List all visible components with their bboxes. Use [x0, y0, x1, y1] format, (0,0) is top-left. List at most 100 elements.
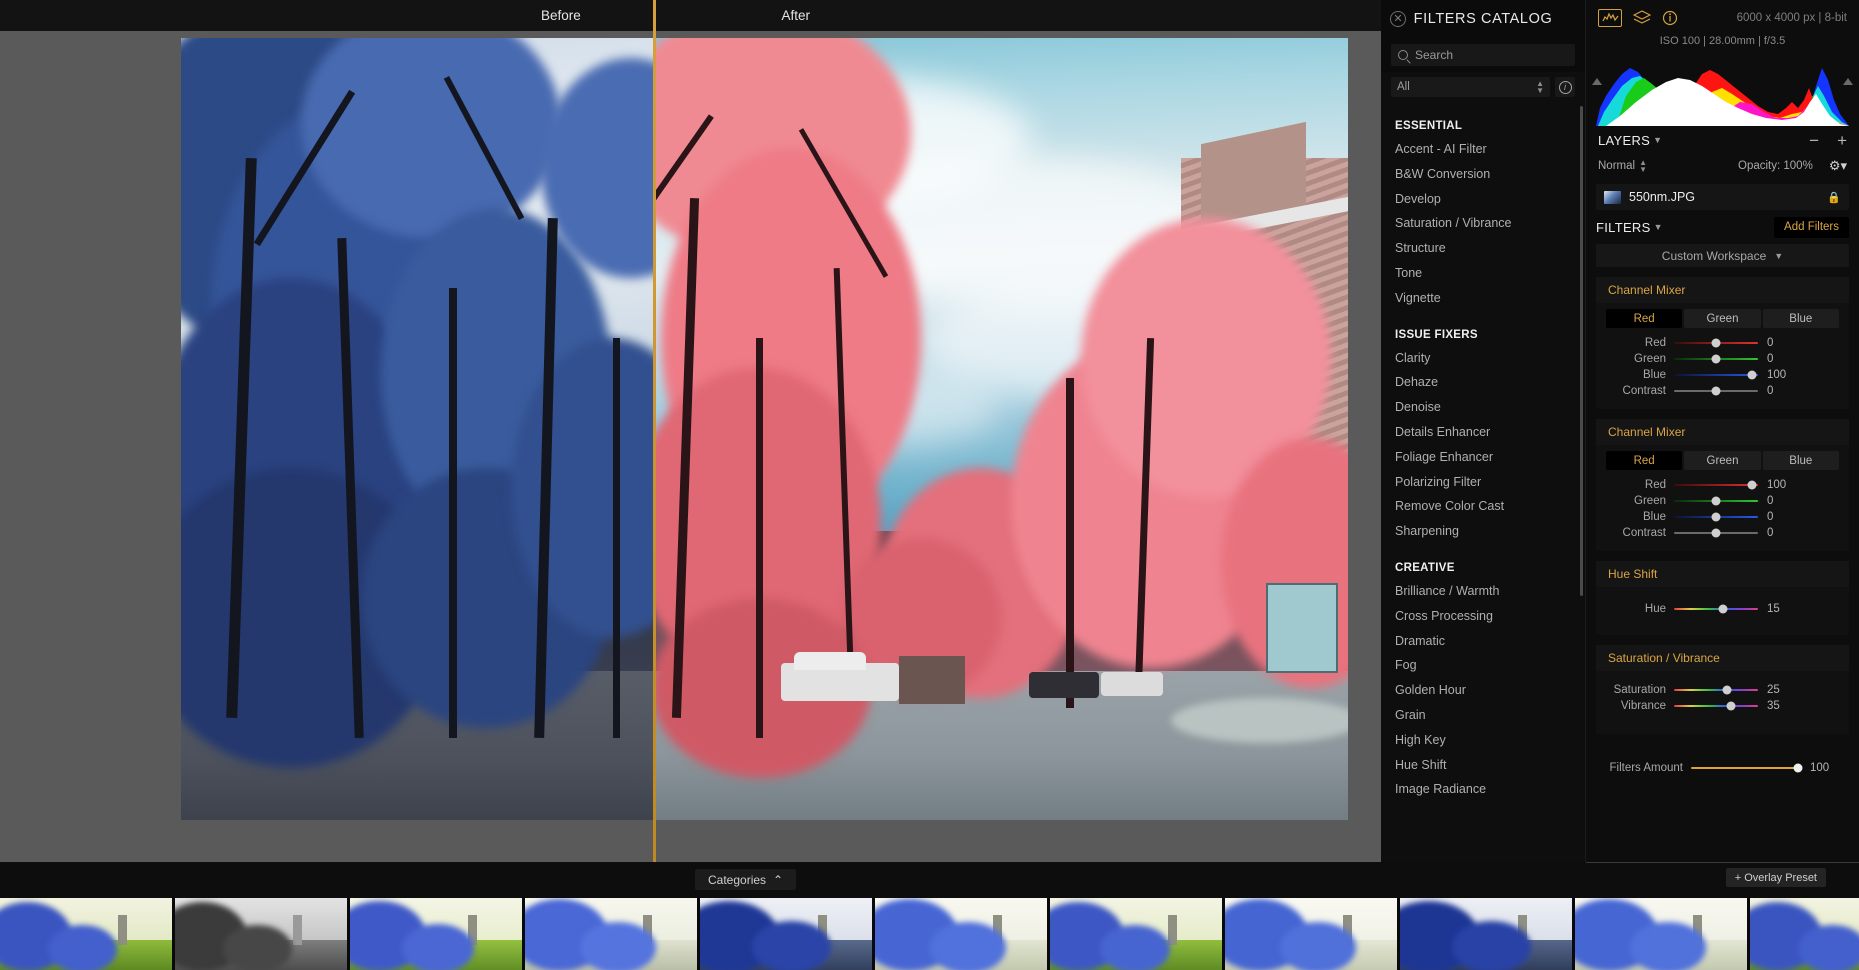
slider-track-blue[interactable]: [1674, 512, 1758, 522]
catalog-item-foliage-enhancer[interactable]: Foliage Enhancer: [1395, 445, 1586, 470]
preset-thumbnail[interactable]: [1225, 898, 1397, 970]
filter-card-title[interactable]: Hue Shift: [1596, 561, 1849, 587]
catalog-filter-list[interactable]: ESSENTIAL Accent - AI Filter B&W Convers…: [1381, 102, 1586, 862]
filter-card-title[interactable]: Channel Mixer: [1596, 277, 1849, 303]
categories-toggle-button[interactable]: Categories ⌃: [695, 869, 797, 890]
filters-amount-track[interactable]: [1691, 763, 1803, 773]
chevron-down-icon[interactable]: ▼: [1653, 135, 1662, 145]
layer-item-550nm[interactable]: 550nm.JPG 🔒: [1596, 184, 1849, 210]
catalog-item-bw-conversion[interactable]: B&W Conversion: [1395, 162, 1586, 187]
preset-thumbnail[interactable]: [1050, 898, 1222, 970]
gear-icon[interactable]: ⚙▾: [1829, 158, 1847, 174]
catalog-item-tone[interactable]: Tone: [1395, 261, 1586, 286]
slider-track-contrast[interactable]: [1674, 386, 1758, 396]
blend-mode-select[interactable]: Normal: [1598, 160, 1635, 172]
slider-knob[interactable]: [1711, 338, 1721, 348]
catalog-item-dehaze[interactable]: Dehaze: [1395, 370, 1586, 395]
catalog-item-sharpening[interactable]: Sharpening: [1395, 519, 1586, 544]
filter-card-saturation-vibrance: Saturation / Vibrance Saturation 25 Vibr…: [1596, 645, 1849, 734]
presets-filmstrip[interactable]: [0, 898, 1859, 970]
preset-thumbnail[interactable]: [1750, 898, 1859, 970]
slider-track-blue[interactable]: [1674, 370, 1758, 380]
slider-track-saturation[interactable]: [1674, 685, 1758, 695]
catalog-item-clarity[interactable]: Clarity: [1395, 346, 1586, 371]
catalog-item-details-enhancer[interactable]: Details Enhancer: [1395, 420, 1586, 445]
preset-thumbnail[interactable]: [1400, 898, 1572, 970]
add-filters-button[interactable]: Add Filters: [1774, 216, 1849, 238]
slider-knob[interactable]: [1722, 685, 1732, 695]
catalog-scrollbar[interactable]: [1580, 106, 1583, 596]
highlight-clip-icon[interactable]: [1843, 78, 1853, 85]
catalog-item-high-key[interactable]: High Key: [1395, 728, 1586, 753]
catalog-item-denoise[interactable]: Denoise: [1395, 395, 1586, 420]
lock-icon[interactable]: 🔒: [1827, 191, 1841, 204]
slider-knob[interactable]: [1747, 370, 1757, 380]
remove-layer-button[interactable]: −: [1809, 132, 1819, 149]
tab-red[interactable]: Red: [1606, 451, 1683, 470]
catalog-item-image-radiance[interactable]: Image Radiance: [1395, 777, 1586, 802]
tab-green[interactable]: Green: [1684, 309, 1761, 328]
slider-track-vibrance[interactable]: [1674, 701, 1758, 711]
preset-thumbnail[interactable]: [1575, 898, 1747, 970]
catalog-item-structure[interactable]: Structure: [1395, 236, 1586, 261]
catalog-item-dramatic[interactable]: Dramatic: [1395, 629, 1586, 654]
catalog-item-fog[interactable]: Fog: [1395, 653, 1586, 678]
catalog-item-golden-hour[interactable]: Golden Hour: [1395, 678, 1586, 703]
catalog-item-polarizing-filter[interactable]: Polarizing Filter: [1395, 470, 1586, 495]
slider-knob[interactable]: [1711, 528, 1721, 538]
layers-stack-icon[interactable]: [1633, 9, 1651, 26]
catalog-item-brilliance-warmth[interactable]: Brilliance / Warmth: [1395, 579, 1586, 604]
tab-blue[interactable]: Blue: [1762, 309, 1839, 328]
add-layer-button[interactable]: +: [1837, 132, 1847, 149]
slider-track-contrast[interactable]: [1674, 528, 1758, 538]
slider-knob[interactable]: [1718, 604, 1728, 614]
workspace-select[interactable]: Custom Workspace ▼: [1596, 244, 1849, 267]
histogram-icon[interactable]: [1598, 8, 1622, 27]
slider-track-red[interactable]: [1674, 338, 1758, 348]
add-overlay-preset-button[interactable]: + Overlay Preset: [1725, 868, 1826, 887]
catalog-item-cross-processing[interactable]: Cross Processing: [1395, 604, 1586, 629]
slider-track-hue[interactable]: [1674, 604, 1758, 614]
photo-preview[interactable]: [181, 38, 1348, 820]
preset-thumbnail[interactable]: [700, 898, 872, 970]
catalog-item-accent-ai-filter[interactable]: Accent - AI Filter: [1395, 137, 1586, 162]
catalog-item-grain[interactable]: Grain: [1395, 703, 1586, 728]
shadow-clip-icon[interactable]: [1592, 78, 1602, 85]
slider-row-green: Green 0: [1596, 493, 1849, 509]
preset-thumbnail[interactable]: [0, 898, 172, 970]
tab-green[interactable]: Green: [1684, 451, 1761, 470]
catalog-item-saturation-vibrance[interactable]: Saturation / Vibrance: [1395, 211, 1586, 236]
slider-track-green[interactable]: [1674, 496, 1758, 506]
preset-thumbnail[interactable]: [525, 898, 697, 970]
slider-knob[interactable]: [1793, 763, 1803, 773]
slider-knob[interactable]: [1711, 512, 1721, 522]
catalog-item-develop[interactable]: Develop: [1395, 187, 1586, 212]
slider-track-red[interactable]: [1674, 480, 1758, 490]
catalog-item-hue-shift[interactable]: Hue Shift: [1395, 753, 1586, 778]
catalog-info-button[interactable]: i: [1555, 77, 1575, 97]
slider-track-green[interactable]: [1674, 354, 1758, 364]
preset-thumbnail[interactable]: [875, 898, 1047, 970]
before-after-divider-handle[interactable]: [653, 0, 656, 862]
slider-knob[interactable]: [1711, 496, 1721, 506]
filter-card-title[interactable]: Channel Mixer: [1596, 419, 1849, 445]
slider-knob[interactable]: [1747, 480, 1757, 490]
preset-thumbnail[interactable]: [350, 898, 522, 970]
info-icon[interactable]: [1662, 10, 1678, 26]
catalog-item-remove-color-cast[interactable]: Remove Color Cast: [1395, 494, 1586, 519]
catalog-item-vignette[interactable]: Vignette: [1395, 286, 1586, 311]
search-input[interactable]: Search: [1391, 44, 1575, 66]
filter-card-title[interactable]: Saturation / Vibrance: [1596, 645, 1849, 671]
slider-knob[interactable]: [1711, 354, 1721, 364]
chevron-down-icon[interactable]: ▼: [1654, 222, 1663, 232]
slider-knob[interactable]: [1711, 386, 1721, 396]
chevron-up-icon: ⌃: [773, 872, 784, 887]
preset-thumbnail[interactable]: [175, 898, 347, 970]
slider-knob[interactable]: [1726, 701, 1736, 711]
category-filter-select[interactable]: All ▲ ▼: [1391, 77, 1550, 97]
chevron-updown-icon[interactable]: ▲ ▼: [1639, 158, 1647, 173]
opacity-value[interactable]: Opacity: 100%: [1738, 160, 1813, 172]
tab-red[interactable]: Red: [1606, 309, 1683, 328]
tab-blue[interactable]: Blue: [1762, 451, 1839, 470]
close-icon[interactable]: ✕: [1390, 11, 1406, 27]
